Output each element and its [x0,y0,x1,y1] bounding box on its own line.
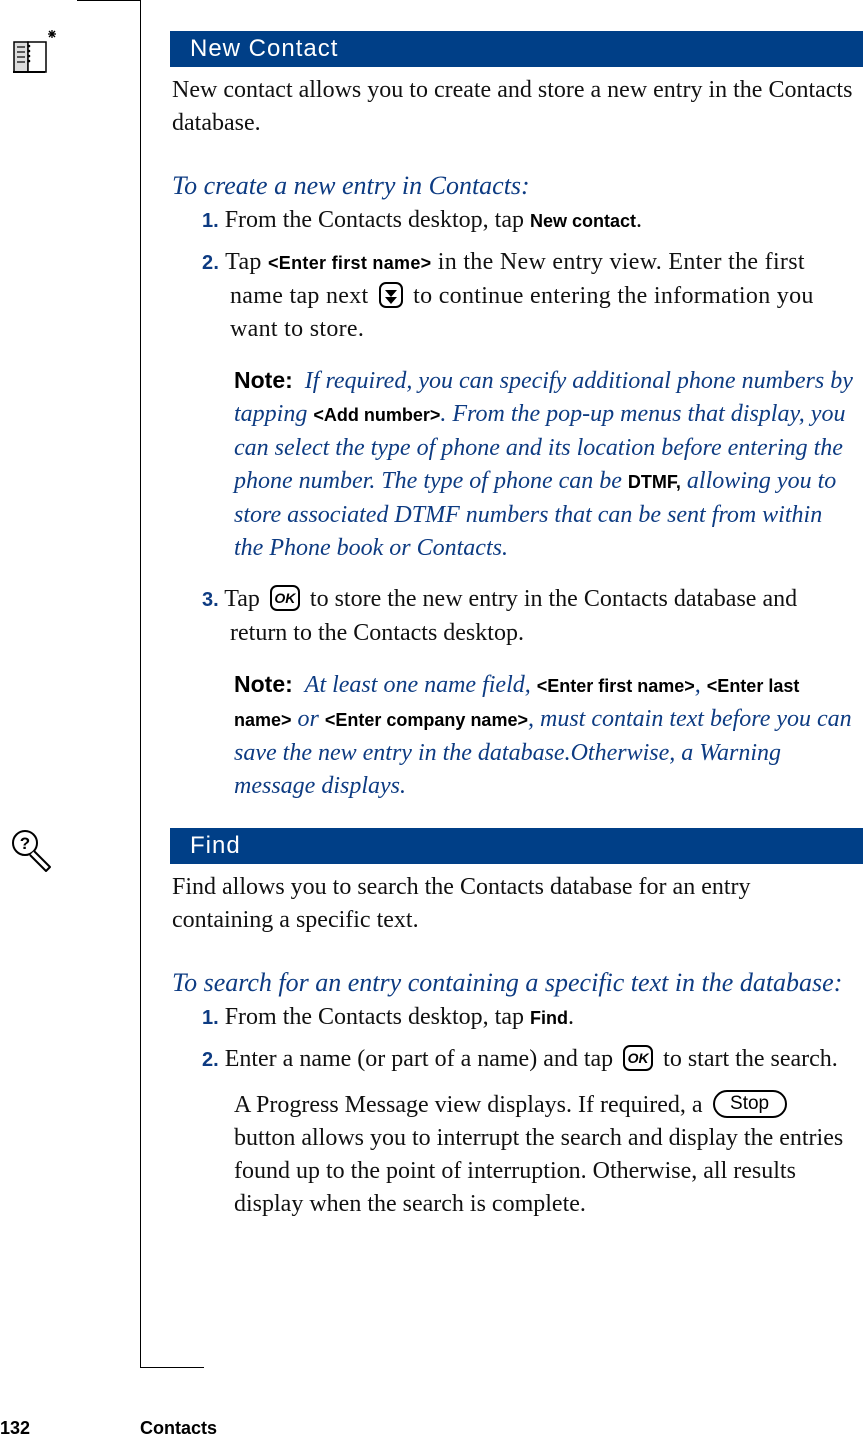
step-text: . [636,207,643,233]
step-number: 3. [202,589,219,611]
find-procedure-title: To search for an entry containing a spec… [172,968,843,997]
find-step-1: 1. From the Contacts desktop, tap Find. [172,1001,857,1035]
step-number: 2. [202,1049,219,1071]
new-contact-step-3: 3. Tap OK to store the new entry in the … [172,583,857,650]
step-number: 2. [202,252,220,274]
section-header-new-contact: New Contact [170,31,863,67]
ui-label-dtmf: DTMF, [627,472,681,492]
para-text: button allows you to interrupt the searc… [234,1125,844,1217]
note-text: or [291,706,325,732]
ok-button-icon: OK [269,585,300,612]
new-contact-note-1: Note: If required, you can specify addit… [172,364,857,565]
find-progress-paragraph: A Progress Message view displays. If req… [172,1089,857,1221]
ui-label-add-number: <Add number> [313,405,441,425]
ui-label-new-contact: New contact [529,211,637,231]
new-contact-intro: New contact allows you to create and sto… [172,77,853,136]
new-contact-procedure-title: To create a new entry in Contacts: [172,171,530,200]
step-text: Tap [225,249,268,275]
ok-button-icon: OK [623,1045,654,1072]
ui-label-find: Find [529,1008,568,1028]
ui-label-enter-first-name: <Enter first name> [268,253,432,273]
stop-button-icon: Stop [712,1090,787,1119]
next-field-button-icon [378,282,403,309]
svg-text:?: ? [20,834,30,853]
step-text: From the Contacts desktop, tap [224,1004,530,1030]
find-body: Find allows you to search the Contacts d… [172,871,857,1221]
step-text: . [567,1004,574,1030]
margin-rule-vertical [140,0,141,1368]
note-text: , [694,672,707,698]
new-contact-step-2: 2. Tap <Enter first name> in the New ent… [172,246,857,346]
find-intro: Find allows you to search the Contacts d… [172,874,751,933]
new-contact-note-2: Note: At least one name field, <Enter fi… [172,668,857,803]
step-text: Tap [224,586,266,612]
step-text: Enter a name (or part of a name) and tap [224,1046,620,1072]
ui-label-enter-company-name: <Enter company name> [324,710,528,730]
step-text: From the Contacts desktop, tap [224,207,530,233]
para-text: A Progress Message view displays. If req… [234,1092,709,1118]
margin-rule-bottom [140,1367,204,1368]
step-text: to start the search. [657,1046,838,1072]
new-contact-step-1: 1. From the Contacts desktop, tap New co… [172,204,857,238]
ui-label-enter-first-name: <Enter first name> [536,676,695,696]
step-number: 1. [202,1007,219,1029]
step-number: 1. [202,210,219,232]
margin-rule-top [77,0,141,1]
find-step-2: 2. Enter a name (or part of a name) and … [172,1043,857,1077]
note-label: Note: [234,671,293,697]
section-header-find: Find [170,828,863,864]
note-label: Note: [234,367,293,393]
new-contact-body: New contact allows you to create and sto… [172,74,857,803]
find-magnifier-icon: ? [8,826,58,881]
step-text: to store the new entry in the Contacts d… [230,586,798,646]
note-text: At least one name field, [304,672,537,698]
contacts-book-icon [10,28,60,83]
